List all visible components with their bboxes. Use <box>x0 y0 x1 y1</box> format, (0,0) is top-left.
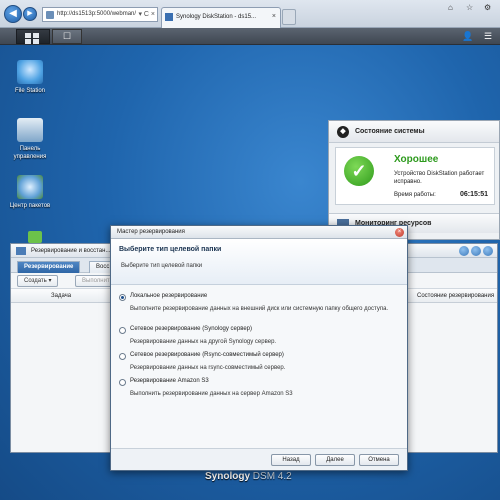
address-url: http://ds1513p:5000/webman/ <box>57 11 137 17</box>
browser-tab[interactable]: Synology DiskStation - ds15... × <box>161 7 281 28</box>
maximize-icon[interactable] <box>483 246 493 256</box>
option-label: Сетевое резервирование (Rsync-совместимы… <box>130 352 284 358</box>
wizard-header: Выберите тип целевой папки Выберите тип … <box>111 239 407 285</box>
option-description: Выполнить резервирование данных на серве… <box>130 391 293 397</box>
status-panel: ✓ Хорошее Устройство DiskStation работае… <box>335 147 495 205</box>
create-button[interactable]: Создать ▾ <box>17 275 59 287</box>
option-label: Сетевое резервирование (Synology сервер) <box>130 326 253 332</box>
favorites-star-icon[interactable]: ☆ <box>466 3 473 12</box>
user-icon[interactable]: 👤 <box>458 29 478 44</box>
wizard-subheading: Выберите тип целевой папки <box>121 263 203 269</box>
file-station-icon <box>17 60 43 84</box>
option-description: Резервирование данных на rsync-совместим… <box>130 365 286 371</box>
system-status-widget: ◆ Состояние системы ✓ Хорошее Устройство… <box>328 120 500 240</box>
option-description: Резервирование данных на другой Synology… <box>130 339 277 345</box>
desktop-icon-file-station[interactable]: File Station <box>5 60 55 95</box>
app-icon-partial[interactable] <box>28 231 42 243</box>
browser-toolbar: ◀ ▶ http://ds1513p:5000/webman/ ▾ C × Sy… <box>0 0 500 28</box>
options-menu-icon[interactable]: ☰ <box>479 29 497 44</box>
package-center-icon <box>17 175 43 199</box>
brand-name: Synology <box>205 471 251 482</box>
wizard-heading: Выберите тип целевой папки <box>119 246 222 253</box>
forward-arrow-icon[interactable]: ▶ <box>23 7 37 21</box>
backup-app-icon <box>16 247 26 255</box>
widget-title: Состояние системы <box>355 128 425 135</box>
grid-icon <box>25 33 31 38</box>
desktop-icon-control-panel[interactable]: Панель управления <box>5 118 55 161</box>
home-icon[interactable]: ⌂ <box>448 3 453 12</box>
tab-close-icon[interactable]: × <box>272 8 276 26</box>
status-description: Устройство DiskStation работает исправно… <box>394 171 485 185</box>
next-button[interactable]: Далее <box>315 454 355 466</box>
taskbar-search-icon[interactable]: ☐ <box>52 29 82 44</box>
desktop-icon-package-center[interactable]: Центр пакетов <box>5 175 55 210</box>
close-icon[interactable]: × <box>395 228 404 237</box>
minimize-icon[interactable] <box>471 246 481 256</box>
column-backup-status[interactable]: Состояние резервирования <box>417 289 494 303</box>
grid-icon-cell <box>33 33 39 38</box>
radio-local-backup[interactable] <box>119 294 126 301</box>
back-button[interactable]: Назад <box>271 454 311 466</box>
option-description: Выполните резервирование данных на внешн… <box>130 306 389 312</box>
checkmark-icon: ✓ <box>344 156 374 186</box>
grid-icon-cell <box>33 39 39 44</box>
control-panel-icon <box>17 118 43 142</box>
tab-title: Synology DiskStation - ds15... <box>176 14 257 20</box>
radio-network-rsync[interactable] <box>119 353 126 360</box>
uptime-value: 06:15:51 <box>459 191 488 198</box>
address-bar[interactable]: http://ds1513p:5000/webman/ ▾ C × <box>42 7 158 22</box>
desktop-icon-label: Центр пакетов <box>9 203 51 209</box>
option-label: Резервирование Amazon S3 <box>130 378 209 384</box>
radio-network-synology[interactable] <box>119 327 126 334</box>
desktop-icon-label: Панель управления <box>13 146 47 160</box>
backup-wizard-dialog: Мастер резервирования × Выберите тип цел… <box>110 225 408 471</box>
uptime-label: Время работы: <box>394 192 436 198</box>
site-favicon-icon <box>46 11 54 19</box>
column-task[interactable]: Задача <box>51 289 71 303</box>
main-menu-button[interactable] <box>16 29 50 44</box>
grid-icon-cell <box>25 39 31 44</box>
synology-dsm-brand: Synology DSM 4.2 <box>205 471 292 482</box>
wizard-titlebar[interactable]: Мастер резервирования × <box>111 226 407 239</box>
wizard-title: Мастер резервирования <box>117 229 185 235</box>
widget-header: ◆ Состояние системы <box>329 121 499 143</box>
tab-backup[interactable]: Резервирование <box>17 261 81 273</box>
shield-icon: ◆ <box>337 126 349 138</box>
brand-version: DSM 4.2 <box>252 471 292 482</box>
synology-favicon-icon <box>165 13 173 21</box>
status-text: Хорошее <box>394 154 439 165</box>
back-arrow-icon[interactable]: ◀ <box>4 5 22 23</box>
window-title: Резервирование и восстан... <box>31 248 111 254</box>
settings-gear-icon[interactable]: ⚙ <box>484 3 491 12</box>
new-tab-button[interactable] <box>282 9 296 25</box>
radio-amazon-s3[interactable] <box>119 379 126 386</box>
address-controls[interactable]: ▾ C × <box>138 8 155 21</box>
option-label: Локальное резервирование <box>130 293 208 299</box>
desktop-icon-label: File Station <box>14 88 45 94</box>
help-icon[interactable] <box>459 246 469 256</box>
wizard-footer: Назад Далее Отмена <box>111 448 407 470</box>
dsm-taskbar: ☐ 👤 ☰ <box>0 28 500 45</box>
cancel-button[interactable]: Отмена <box>359 454 399 466</box>
